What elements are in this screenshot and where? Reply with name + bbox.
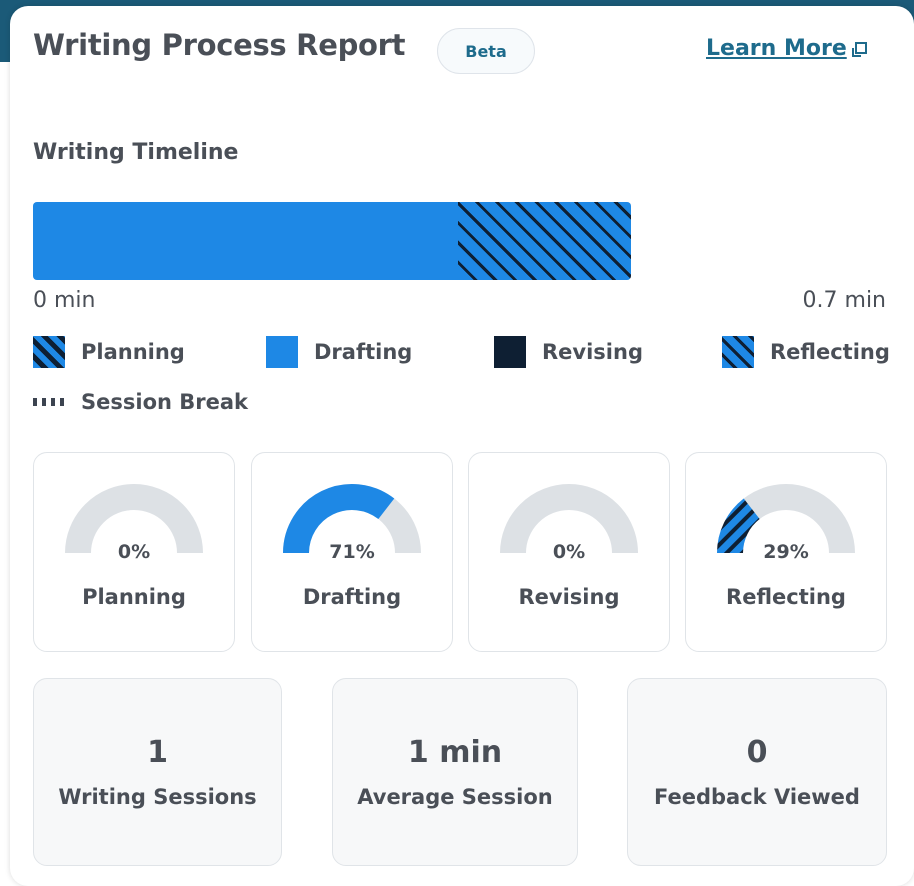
phase-label: Reflecting (726, 585, 846, 609)
timeline-start-label: 0 min (33, 288, 96, 313)
beta-badge: Beta (437, 28, 535, 74)
legend-reflecting: Reflecting (722, 336, 890, 368)
stat-value: 1 min (407, 735, 503, 770)
planning-swatch-icon (33, 336, 65, 368)
legend-drafting: Drafting (266, 336, 412, 368)
stat-card-writing-sessions: 1 Writing Sessions (33, 678, 282, 866)
learn-more-label: Learn More (706, 36, 847, 61)
phase-card-drafting: 71% Drafting (251, 452, 453, 652)
legend-revising-label: Revising (542, 340, 643, 364)
writing-timeline-bar (33, 202, 631, 280)
legend-drafting-label: Drafting (314, 340, 413, 364)
phase-label: Drafting (302, 585, 402, 609)
legend-revising: Revising (494, 336, 643, 368)
timeline-segment-drafting (33, 202, 458, 280)
phase-card-planning: 0% Planning (33, 452, 235, 652)
timeline-segment-reflecting (458, 202, 631, 280)
phase-label: Planning (82, 585, 186, 609)
legend-planning-label: Planning (81, 340, 185, 364)
reflecting-swatch-icon (722, 336, 754, 368)
session-break-icon (33, 398, 65, 406)
legend-session-break-label: Session Break (81, 390, 248, 414)
report-title: Writing Process Report (33, 28, 406, 62)
phase-label: Revising (518, 585, 620, 609)
revising-swatch-icon (494, 336, 526, 368)
stat-card-feedback-viewed: 0 Feedback Viewed (627, 678, 887, 866)
legend-planning: Planning (33, 336, 185, 368)
stat-label: Writing Sessions (58, 785, 257, 809)
legend-reflecting-label: Reflecting (770, 340, 890, 364)
external-link-icon (851, 41, 867, 57)
phase-percent: 29% (763, 541, 809, 563)
phase-card-revising: 0% Revising (468, 452, 670, 652)
stat-value: 0 (746, 735, 768, 770)
writing-timeline-title: Writing Timeline (33, 140, 239, 165)
stat-card-average-session: 1 min Average Session (332, 678, 578, 866)
drafting-swatch-icon (266, 336, 298, 368)
legend-session-break: Session Break (33, 390, 248, 414)
phase-percent: 0% (117, 541, 151, 563)
stat-label: Average Session (357, 785, 553, 809)
phase-percent: 0% (552, 541, 586, 563)
phase-card-reflecting: 29% Reflecting (685, 452, 887, 652)
stat-value: 1 (147, 735, 168, 770)
phase-percent: 71% (329, 541, 375, 563)
stat-label: Feedback Viewed (654, 785, 860, 809)
learn-more-link[interactable]: Learn More (706, 36, 869, 61)
timeline-end-label: 0.7 min (802, 288, 886, 313)
